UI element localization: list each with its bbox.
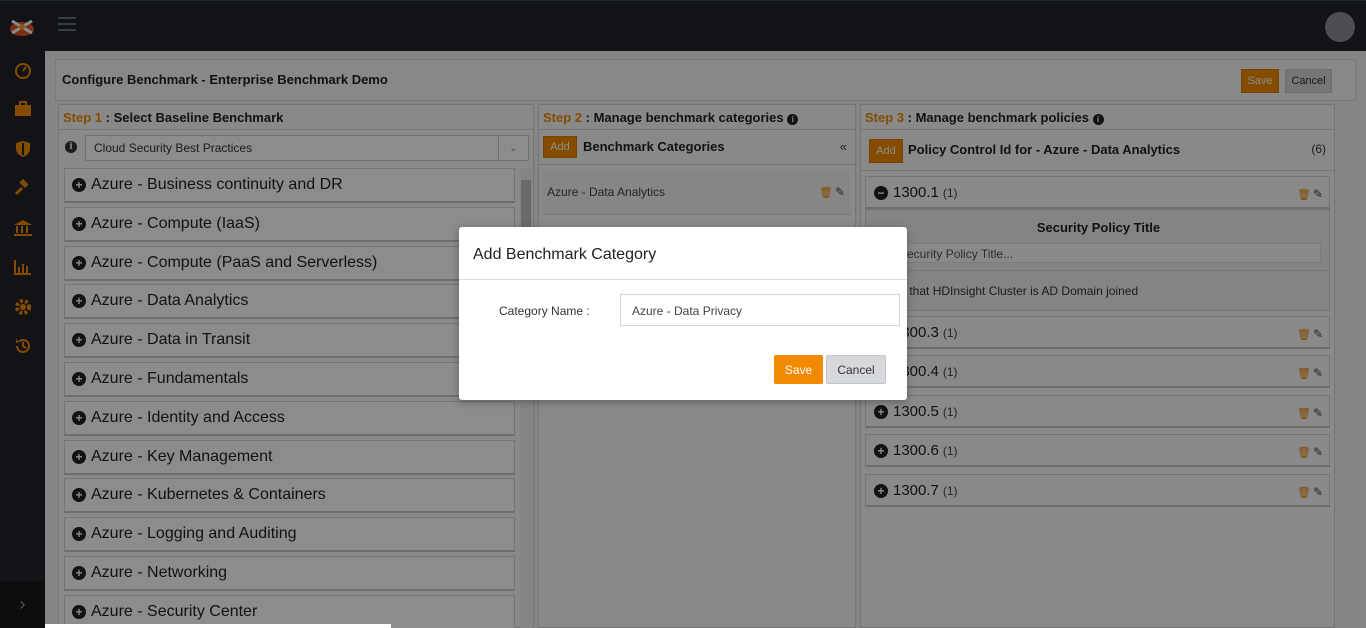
modal-cancel-button[interactable]: Cancel <box>826 355 886 384</box>
bottom-strip <box>45 624 391 628</box>
modal-save-button[interactable]: Save <box>774 355 823 384</box>
modal-title: Add Benchmark Category <box>473 246 657 263</box>
divider <box>459 279 907 280</box>
category-name-input[interactable]: Azure - Data Privacy <box>620 294 900 326</box>
add-category-modal: Add Benchmark Category Category Name : A… <box>459 227 907 400</box>
category-name-label: Category Name : <box>499 304 590 318</box>
